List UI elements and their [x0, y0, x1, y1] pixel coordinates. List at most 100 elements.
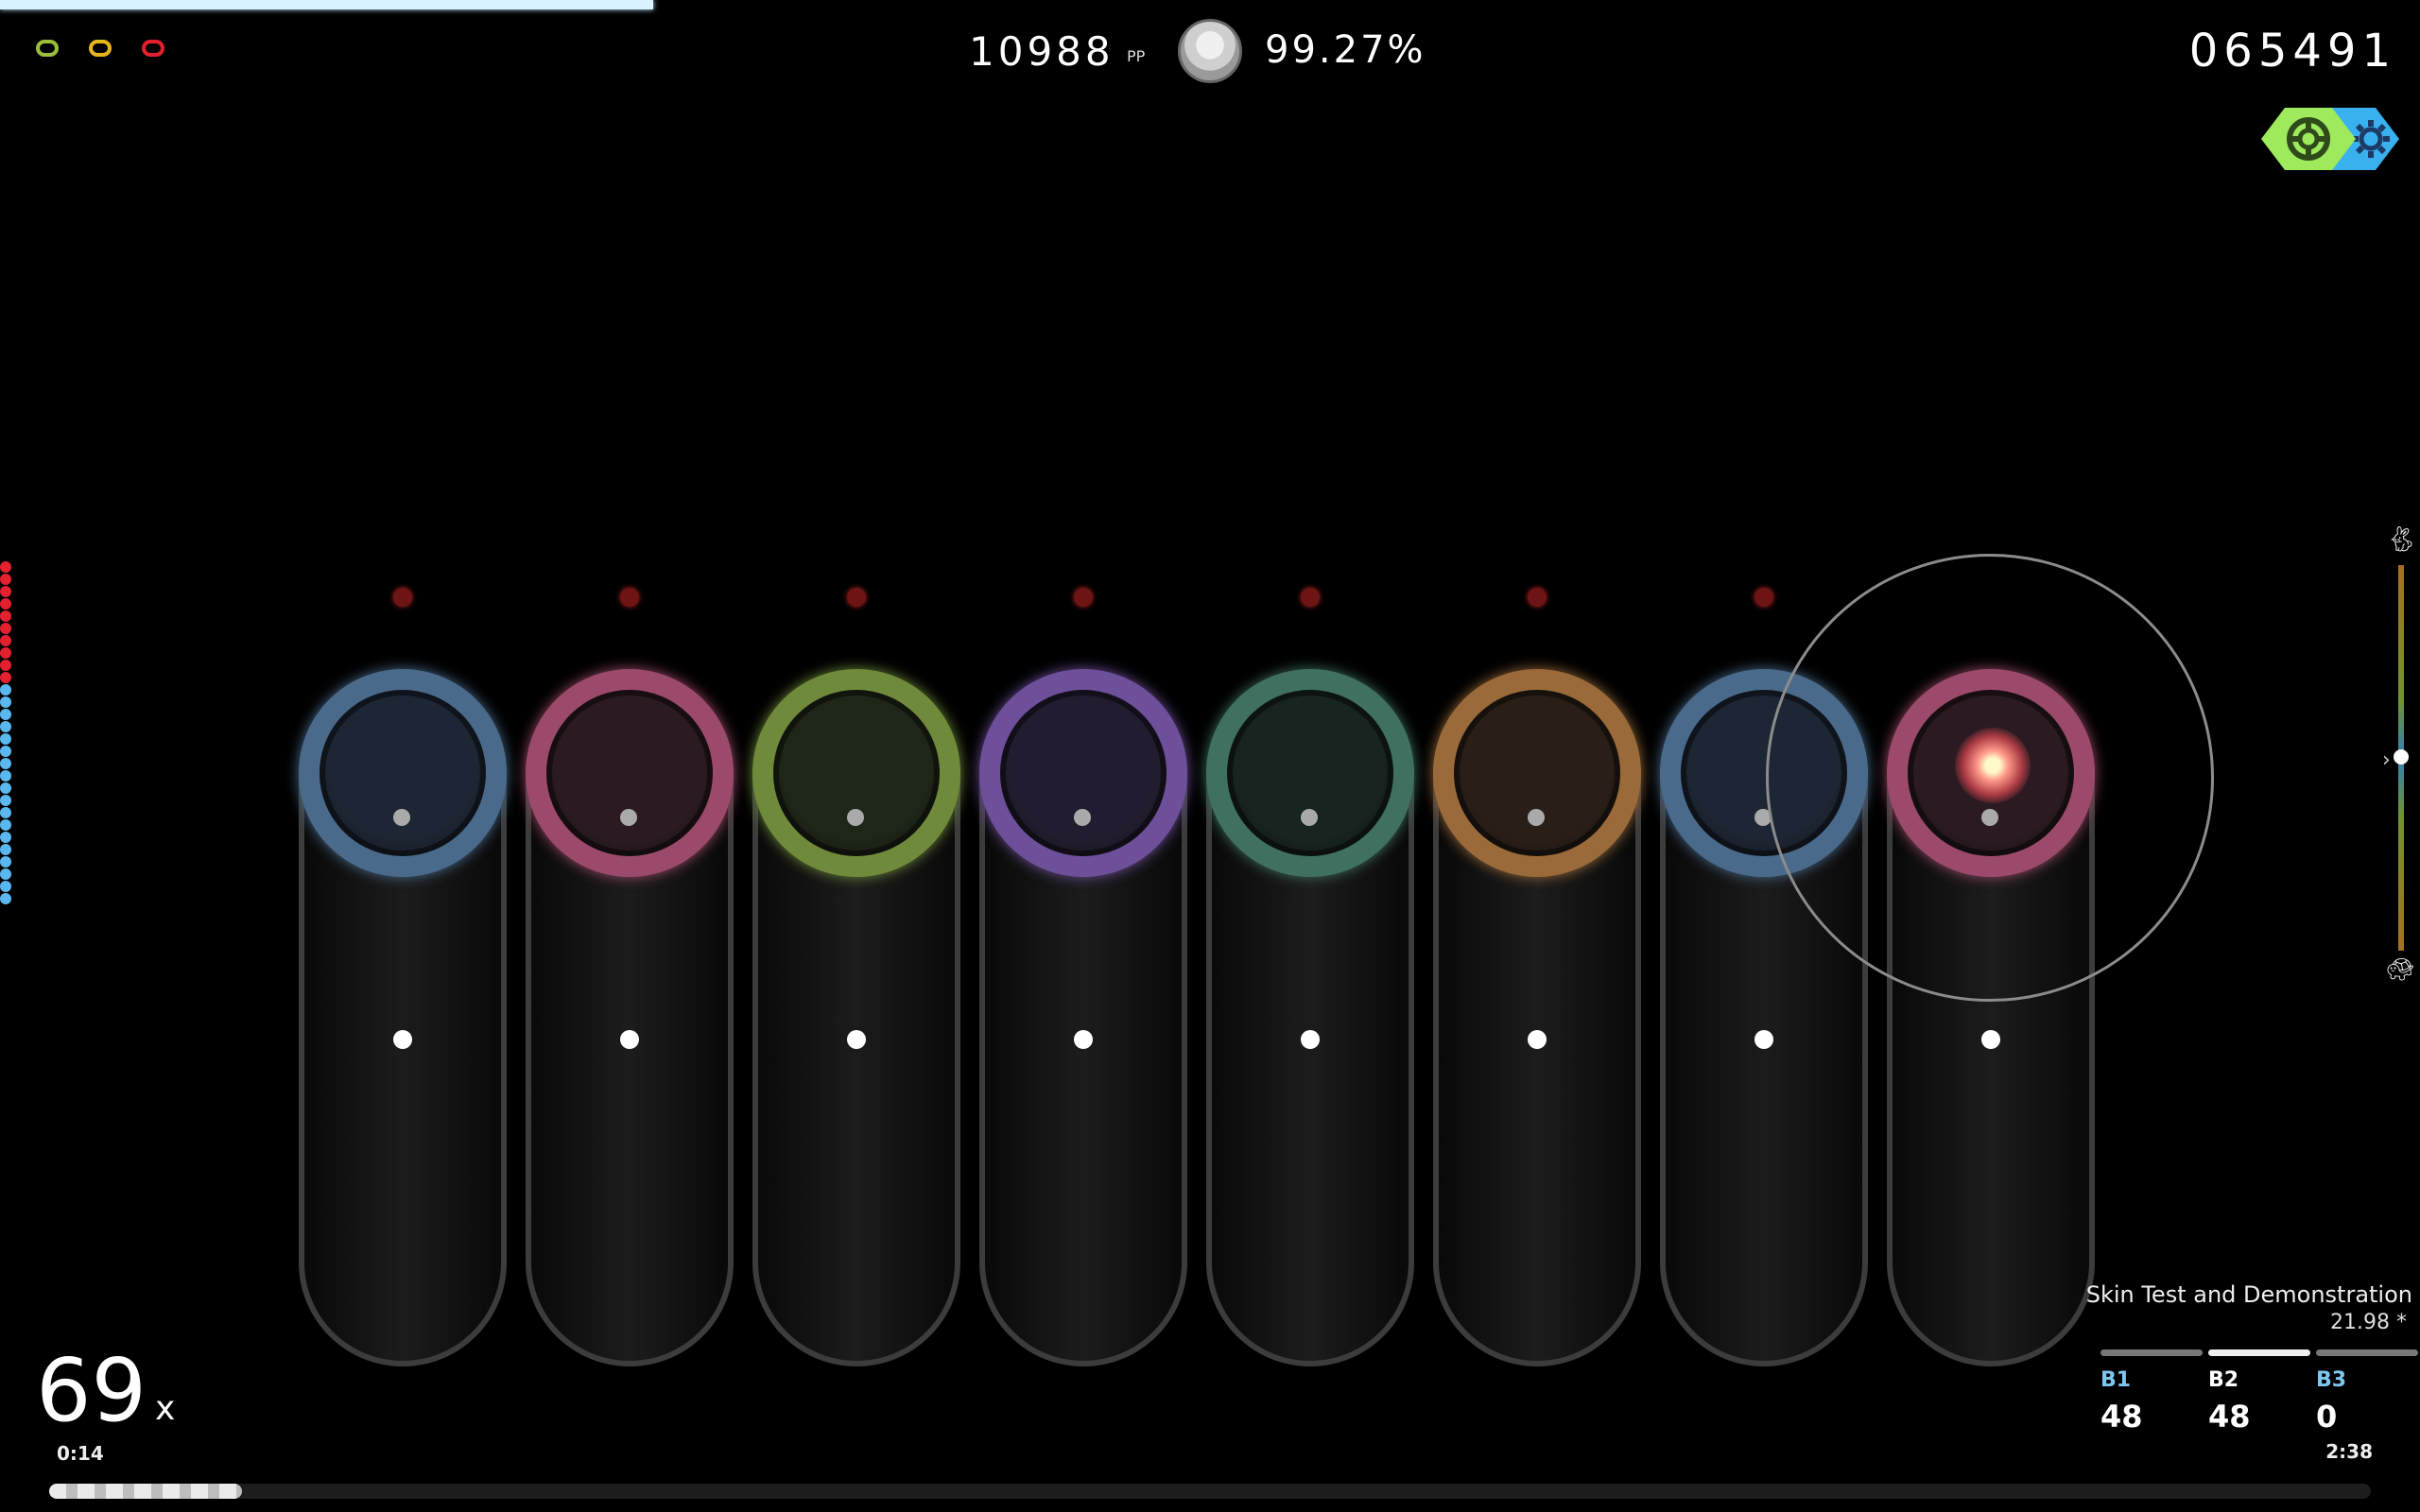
breakdown-label-3: B3 [2316, 1368, 2347, 1392]
column-center-dot [1528, 809, 1545, 826]
hit-error-dot [0, 696, 11, 708]
avatar[interactable] [1178, 19, 1242, 83]
combo-suffix: x [155, 1389, 176, 1428]
hit-error-dot [0, 844, 11, 855]
hit-error-dot [0, 746, 11, 757]
column-key-inner [1227, 690, 1393, 856]
hit-error-dot [0, 684, 11, 696]
hit-error-dot [0, 758, 11, 769]
column-marker-dot [620, 588, 639, 607]
column-key-inner [1454, 690, 1620, 856]
key-indicator-2 [89, 40, 112, 57]
column-marker-dot [847, 588, 866, 607]
column-hit-dot [1528, 1030, 1547, 1049]
column-key-ring[interactable] [752, 669, 960, 877]
column-6[interactable] [1433, 588, 1641, 1366]
time-total: 2:38 [2325, 1440, 2373, 1463]
rabbit-icon: 🐇︎ [2386, 525, 2418, 554]
progress-track[interactable] [49, 1484, 2371, 1499]
hit-error-dot [0, 881, 11, 892]
hit-error-dot [0, 574, 11, 585]
song-title: Skin Test and Demonstration [2085, 1281, 2412, 1308]
column-key-inner [320, 690, 486, 856]
column-key-ring[interactable] [1433, 669, 1641, 877]
column-4[interactable] [979, 588, 1187, 1366]
health-fill [0, 0, 654, 9]
breakdown-pill-1 [2100, 1349, 2203, 1356]
time-elapsed: 0:14 [57, 1442, 104, 1465]
column-key-inner [546, 690, 713, 856]
pp-unit: PP [1127, 47, 1146, 65]
column-2[interactable] [526, 588, 734, 1366]
column-hit-dot [847, 1030, 866, 1049]
hit-error-dot [0, 782, 11, 794]
column-key-ring[interactable] [526, 669, 734, 877]
hit-error-dot [0, 672, 11, 683]
column-key-inner [773, 690, 940, 856]
turtle-icon: 🐢︎ [2386, 956, 2415, 983]
column-center-dot [620, 809, 637, 826]
score: 065491 [2188, 25, 2396, 77]
star-rating: 21.98 * [2330, 1311, 2407, 1334]
column-center-dot [393, 809, 410, 826]
key-indicator-1 [36, 40, 59, 57]
key-indicator-3 [142, 40, 164, 57]
hit-error-dot [0, 819, 11, 831]
accuracy: 99.27% [1265, 28, 1426, 72]
column-key-inner [1000, 690, 1167, 856]
breakdown-value-2: 48 [2208, 1399, 2251, 1435]
column-center-dot [1301, 809, 1318, 826]
gear-icon [2352, 120, 2390, 158]
column-marker-dot [1074, 588, 1093, 607]
hit-error-dot [0, 647, 11, 659]
speed-knob[interactable] [2394, 749, 2409, 765]
hit-error-dot [0, 721, 11, 732]
column-3[interactable] [752, 588, 960, 1366]
column-hit-dot [393, 1030, 412, 1049]
column-5[interactable] [1206, 588, 1414, 1366]
column-1[interactable] [299, 588, 507, 1366]
column-hit-dot [1301, 1030, 1320, 1049]
column-key-ring[interactable] [299, 669, 507, 877]
breakdown-value-1: 48 [2100, 1399, 2143, 1435]
column-hit-dot [620, 1030, 639, 1049]
health-bar [0, 0, 654, 9]
hit-error-dot [0, 856, 11, 868]
hit-error-dot [0, 635, 11, 646]
column-hit-dot [1074, 1030, 1093, 1049]
lifebuoy-icon [2287, 117, 2330, 161]
hit-error-dot [0, 770, 11, 782]
hit-error-dot [0, 586, 11, 597]
breakdown-value-3: 0 [2316, 1399, 2338, 1435]
combo-counter: 69 [36, 1340, 147, 1441]
column-center-dot [1074, 809, 1091, 826]
column-hit-dot [1754, 1030, 1773, 1049]
pp-value: 10988 [969, 28, 1115, 75]
column-key-ring[interactable] [979, 669, 1187, 877]
column-marker-dot [1301, 588, 1320, 607]
hit-error-dot [0, 660, 11, 671]
column-marker-dot [393, 588, 412, 607]
breakdown-pill-3 [2316, 1349, 2418, 1356]
hit-error-dot [0, 807, 11, 818]
breakdown-label-1: B1 [2100, 1368, 2132, 1392]
hit-error-dot [0, 893, 11, 904]
hit-error-dot [0, 709, 11, 720]
hit-error-dot [0, 795, 11, 806]
column-marker-dot [1528, 588, 1547, 607]
hit-error-dot [0, 610, 11, 622]
breakdown-label-2: B2 [2208, 1368, 2239, 1392]
hit-error-dot [0, 832, 11, 843]
hit-error-dot [0, 598, 11, 610]
hit-glow [1955, 728, 2031, 803]
speed-marker-arrow-icon: › [2382, 748, 2391, 772]
column-marker-dot [1754, 588, 1773, 607]
progress-fill [49, 1484, 242, 1499]
hit-error-bar [0, 561, 15, 949]
column-center-dot [847, 809, 864, 826]
column-key-ring[interactable] [1206, 669, 1414, 877]
hit-error-dot [0, 623, 11, 634]
hit-error-dot [0, 868, 11, 880]
breakdown-pill-2 [2208, 1349, 2310, 1356]
column-hit-dot [1981, 1030, 2000, 1049]
